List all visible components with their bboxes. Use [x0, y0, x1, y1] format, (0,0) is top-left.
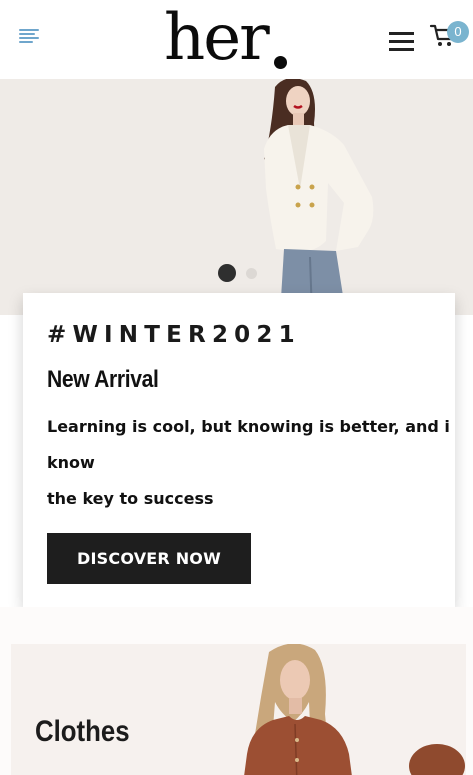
promo-description-line: the key to success	[47, 489, 214, 508]
logo-dot	[274, 56, 287, 69]
site-header: her 0	[0, 0, 473, 79]
carousel-dot[interactable]	[246, 268, 257, 279]
promo-card: #WINTER2021 New Arrival Learning is cool…	[23, 293, 455, 607]
promo-description-line: know	[47, 453, 95, 472]
category-section: Clothes	[0, 607, 473, 775]
carousel-dot-active[interactable]	[218, 264, 236, 282]
clothes-model-image	[244, 644, 465, 775]
promo-description: Learning is cool, but knowing is better,…	[47, 409, 450, 517]
hamburger-icon[interactable]	[389, 32, 414, 51]
discover-now-button[interactable]: DISCOVER NOW	[47, 533, 251, 584]
promo-title: New Arrival	[47, 366, 159, 393]
logo-text: her	[164, 1, 270, 75]
category-label-clothes: Clothes	[35, 715, 130, 748]
menu-lines-icon[interactable]	[19, 28, 41, 44]
cart-count-badge[interactable]: 0	[447, 21, 469, 43]
promo-description-line: Learning is cool, but knowing is better,…	[47, 417, 450, 436]
category-card-clothes[interactable]: Clothes	[11, 644, 466, 775]
brand-logo[interactable]: her	[164, 1, 270, 75]
carousel-pagination	[218, 263, 263, 283]
promo-tag: #WINTER2021	[47, 322, 301, 348]
